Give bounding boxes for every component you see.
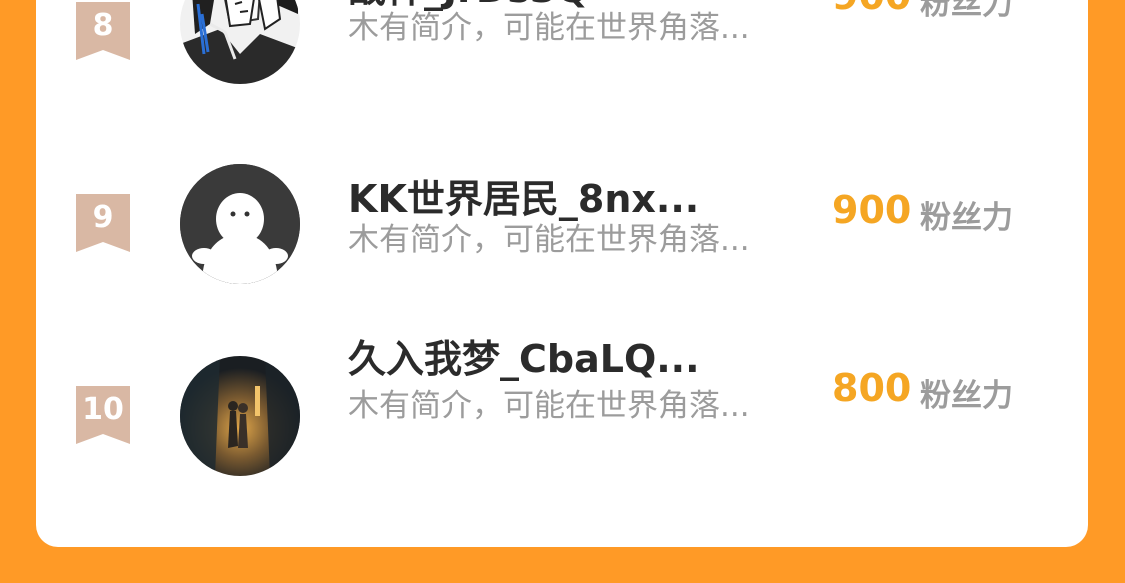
user-nickname[interactable]: 久入我梦_CbaLQ... [348, 328, 700, 383]
fan-score-unit: 粉丝力 [920, 200, 1013, 236]
rank-badge: 9 [76, 194, 130, 252]
anime-boy-avatar-icon[interactable] [180, 0, 300, 84]
ranking-row[interactable]: 8 战神_JrDs3Q 木有简介，可能在世界角落... 900 粉丝力 [36, 0, 1088, 96]
rank-number: 10 [82, 392, 124, 427]
user-intro: 木有简介，可能在世界角落... [348, 388, 750, 424]
fan-score: 900 [832, 188, 912, 232]
fan-score-unit: 粉丝力 [920, 378, 1013, 414]
ranking-row[interactable]: 10 久入我梦_CbaLQ... 木有简介，可能在世界角落... 800 粉丝力 [36, 337, 1088, 476]
fan-score: 900 [832, 0, 911, 18]
user-intro: 木有简介，可能在世界角落... [348, 10, 750, 46]
fan-score: 800 [832, 366, 912, 410]
dark-scene-avatar-icon[interactable] [180, 356, 300, 476]
ranking-panel: 8 战神_JrDs3Q 木有简介，可能在世界角落... 900 粉丝力 [36, 0, 1088, 547]
fan-score-unit: 粉丝力 [920, 0, 1013, 22]
rank-number: 8 [92, 8, 114, 43]
ranking-row[interactable]: 9 KK世界居民_8nx... 木有简介，可能在世界角落... 900 粉丝力 [36, 156, 1088, 286]
default-user-avatar-icon[interactable] [180, 164, 300, 284]
rank-number: 9 [92, 200, 114, 235]
user-intro: 木有简介，可能在世界角落... [348, 222, 750, 258]
rank-badge: 10 [76, 386, 130, 444]
rank-badge: 8 [76, 2, 130, 60]
